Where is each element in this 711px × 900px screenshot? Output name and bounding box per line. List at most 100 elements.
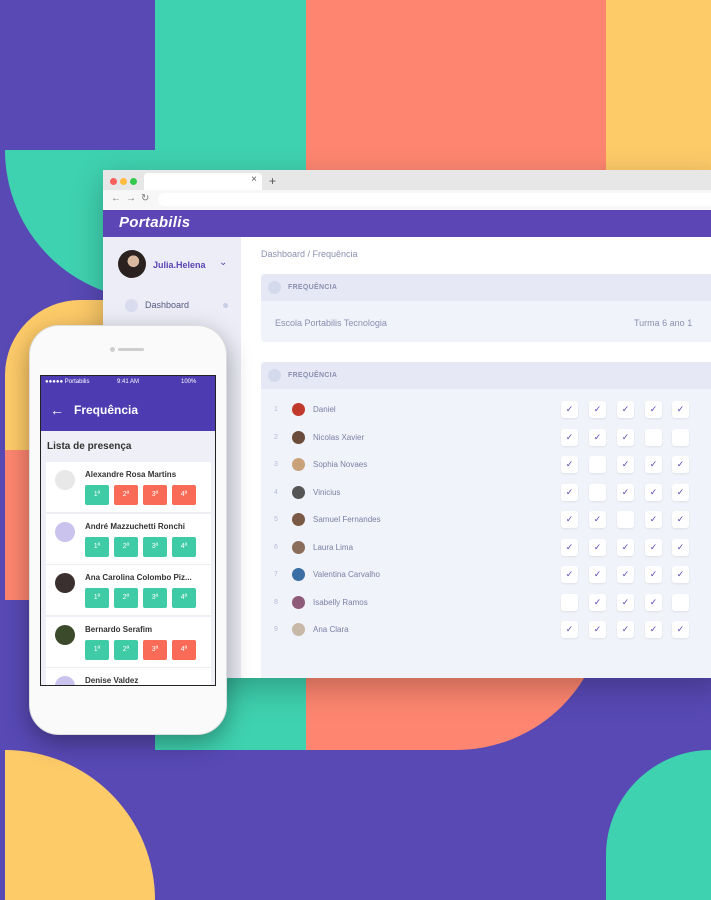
period-toggle-absent[interactable]: 4ª — [172, 639, 196, 660]
list-item[interactable]: Ana Carolina Colombo Piz... 1ª 2ª 3ª 4ª — [46, 565, 211, 616]
checked-checkbox[interactable]: ✓ — [589, 593, 606, 611]
period-toggle-present[interactable]: 1ª — [85, 485, 109, 505]
breadcrumb[interactable]: Dashboard / Frequência — [261, 249, 358, 259]
checked-checkbox[interactable]: ✓ — [561, 621, 578, 638]
checked-checkbox[interactable]: ✓ — [672, 401, 689, 418]
row-number: 3 — [274, 461, 278, 468]
period-toggle-present[interactable]: 1ª — [85, 639, 109, 660]
checked-checkbox[interactable]: ✓ — [645, 511, 662, 528]
checked-checkbox[interactable]: ✓ — [645, 593, 662, 611]
checked-checkbox[interactable]: ✓ — [589, 401, 606, 418]
checked-checkbox[interactable]: ✓ — [645, 538, 662, 556]
checked-checkbox[interactable]: ✓ — [561, 511, 578, 528]
checked-checkbox[interactable]: ✓ — [617, 593, 634, 611]
back-icon[interactable]: ← — [111, 193, 121, 204]
maximize-window-dot[interactable] — [130, 178, 137, 185]
portabilis-logo[interactable]: Portabilis — [119, 214, 190, 231]
list-item[interactable]: Denise Valdez — [46, 668, 211, 685]
checked-checkbox[interactable]: ✓ — [561, 456, 578, 473]
sidebar-item-dashboard[interactable]: Dashboard — [145, 300, 189, 310]
checked-checkbox[interactable]: ✓ — [617, 401, 634, 418]
list-item[interactable]: Alexandre Rosa Martins 1ª 2ª 3ª 4ª — [46, 462, 211, 513]
empty-checkbox[interactable] — [672, 428, 689, 446]
list-item[interactable]: Bernardo Serafim 1ª 2ª 3ª 4ª — [46, 616, 211, 668]
empty-checkbox[interactable] — [645, 428, 662, 446]
row-number: 2 — [274, 433, 278, 441]
checked-checkbox[interactable]: ✓ — [617, 483, 634, 501]
period-toggle-absent[interactable]: 3ª — [143, 485, 167, 505]
period-toggle-present[interactable]: 1ª — [85, 536, 109, 557]
checked-checkbox[interactable]: ✓ — [672, 483, 689, 501]
forward-icon[interactable]: → — [126, 193, 136, 204]
checked-checkbox[interactable]: ✓ — [561, 538, 578, 556]
back-arrow-icon[interactable]: ← — [50, 402, 64, 418]
card-title: FREQUÊNCIA — [288, 284, 338, 291]
period-toggle-present[interactable]: 2ª — [114, 588, 138, 608]
empty-checkbox[interactable] — [589, 483, 606, 501]
period-toggle-present[interactable]: 4ª — [172, 588, 196, 608]
period-toggle-present[interactable]: 3ª — [143, 588, 167, 608]
avatar — [55, 470, 75, 490]
checked-checkbox[interactable]: ✓ — [672, 456, 689, 473]
checked-checkbox[interactable]: ✓ — [589, 566, 606, 583]
checked-checkbox[interactable]: ✓ — [589, 538, 606, 556]
reload-icon[interactable]: ↻ — [141, 193, 149, 204]
checked-checkbox[interactable]: ✓ — [589, 511, 606, 528]
table-row: 2 Nicolas Xavier ✓ ✓ ✓ — [261, 426, 711, 453]
url-bar[interactable] — [158, 193, 711, 206]
list-title: Lista de presença — [47, 441, 132, 452]
nav-row: ← → ↻ — [103, 190, 711, 210]
list-item[interactable]: André Mazzuchetti Ronchi 1ª 2ª 3ª 4ª — [46, 513, 211, 565]
empty-checkbox[interactable] — [617, 511, 634, 528]
period-toggle-present[interactable]: 1ª — [85, 588, 109, 608]
chevron-down-icon[interactable]: ⌄ — [219, 257, 227, 268]
period-toggle-absent[interactable]: 3ª — [143, 639, 167, 660]
period-toggle-present[interactable]: 2ª — [114, 639, 138, 660]
battery-label: 100% — [181, 379, 197, 385]
checked-checkbox[interactable]: ✓ — [561, 566, 578, 583]
school-name: Escola Portabilis Tecnologia — [275, 318, 387, 328]
row-number: 4 — [274, 488, 278, 496]
row-number: 5 — [274, 516, 278, 523]
checked-checkbox[interactable]: ✓ — [645, 456, 662, 473]
period-toggle-present[interactable]: 4ª — [172, 536, 196, 557]
checked-checkbox[interactable]: ✓ — [589, 621, 606, 638]
avatar — [55, 624, 75, 645]
close-tab-icon[interactable]: × — [251, 174, 257, 185]
checked-checkbox[interactable]: ✓ — [561, 401, 578, 418]
empty-checkbox[interactable] — [672, 593, 689, 611]
checked-checkbox[interactable]: ✓ — [617, 428, 634, 446]
checked-checkbox[interactable]: ✓ — [589, 428, 606, 446]
period-toggle-absent[interactable]: 4ª — [172, 485, 196, 505]
checked-checkbox[interactable]: ✓ — [617, 566, 634, 583]
checked-checkbox[interactable]: ✓ — [645, 401, 662, 418]
checked-checkbox[interactable]: ✓ — [561, 428, 578, 446]
avatar[interactable] — [118, 250, 146, 278]
checked-checkbox[interactable]: ✓ — [645, 483, 662, 501]
student-name: Nicolas Xavier — [313, 432, 365, 442]
checked-checkbox[interactable]: ✓ — [617, 621, 634, 638]
bg-block — [306, 0, 608, 170]
checked-checkbox[interactable]: ✓ — [672, 511, 689, 528]
empty-checkbox[interactable] — [561, 593, 578, 611]
checked-checkbox[interactable]: ✓ — [645, 566, 662, 583]
empty-checkbox[interactable] — [589, 456, 606, 473]
checked-checkbox[interactable]: ✓ — [672, 538, 689, 556]
checked-checkbox[interactable]: ✓ — [645, 621, 662, 638]
minimize-window-dot[interactable] — [120, 178, 127, 185]
period-toggle-present[interactable]: 2ª — [114, 536, 138, 557]
period-toggle-absent[interactable]: 2ª — [114, 485, 138, 505]
student-name: Denise Valdez — [85, 676, 139, 685]
checked-checkbox[interactable]: ✓ — [672, 621, 689, 638]
student-name: Daniel — [313, 405, 336, 414]
table-row: 3 Sophia Novaes ✓ ✓ ✓ ✓ — [261, 453, 711, 480]
checked-checkbox[interactable]: ✓ — [561, 483, 578, 501]
browser-tab[interactable]: × — [144, 173, 262, 190]
close-window-dot[interactable] — [110, 178, 117, 185]
user-name[interactable]: Julia.Helena — [153, 260, 206, 270]
checked-checkbox[interactable]: ✓ — [672, 566, 689, 583]
new-tab-icon[interactable]: + — [269, 174, 276, 188]
checked-checkbox[interactable]: ✓ — [617, 456, 634, 473]
checked-checkbox[interactable]: ✓ — [617, 538, 634, 556]
period-toggle-present[interactable]: 3ª — [143, 536, 167, 557]
